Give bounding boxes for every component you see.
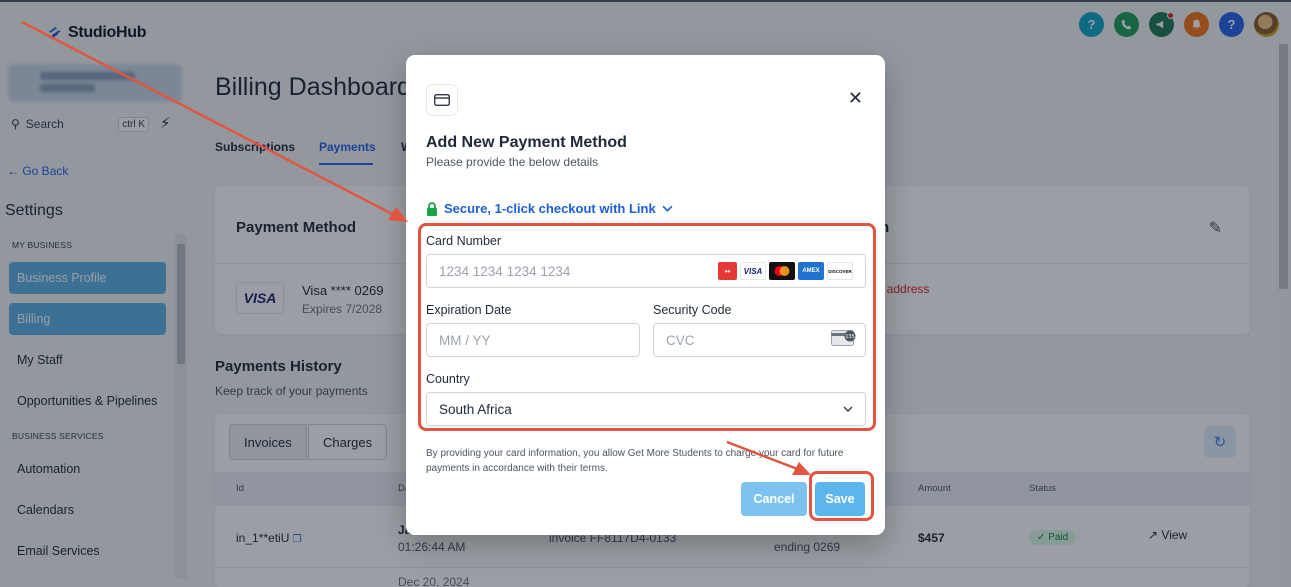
- save-button[interactable]: Save: [815, 482, 865, 516]
- country-value: South Africa: [439, 402, 512, 417]
- card-number-label: Card Number: [426, 234, 502, 248]
- chevron-down-icon: [662, 205, 673, 212]
- credit-card-icon: [426, 84, 458, 116]
- expiration-input[interactable]: [426, 323, 640, 357]
- card-brand-icons: •• VISA AMEX DISCOVER: [718, 262, 853, 280]
- amex-icon: AMEX: [798, 262, 824, 280]
- visa-icon: VISA: [740, 262, 766, 280]
- add-payment-method-modal: ✕ Add New Payment Method Please provide …: [406, 55, 885, 535]
- svg-text:135: 135: [845, 334, 855, 340]
- modal-title: Add New Payment Method: [426, 134, 627, 151]
- country-label: Country: [426, 372, 470, 386]
- expiration-label: Expiration Date: [426, 303, 512, 317]
- cvc-card-icon: 135: [831, 330, 856, 346]
- discover-icon: DISCOVER: [827, 262, 853, 280]
- lock-icon: [427, 201, 437, 216]
- secure-checkout-link[interactable]: Secure, 1-click checkout with Link: [426, 201, 673, 216]
- cancel-button[interactable]: Cancel: [741, 482, 807, 516]
- generic-card-icon: ••: [718, 262, 737, 280]
- country-select[interactable]: South Africa: [426, 392, 866, 426]
- secure-checkout-label: Secure, 1-click checkout with Link: [444, 201, 656, 216]
- mastercard-icon: [769, 262, 795, 280]
- modal-subtitle: Please provide the below details: [426, 155, 599, 169]
- terms-disclaimer: By providing your card information, you …: [426, 448, 844, 474]
- close-icon[interactable]: ✕: [848, 89, 863, 107]
- security-code-label: Security Code: [653, 303, 732, 317]
- chevron-down-icon: [843, 406, 853, 412]
